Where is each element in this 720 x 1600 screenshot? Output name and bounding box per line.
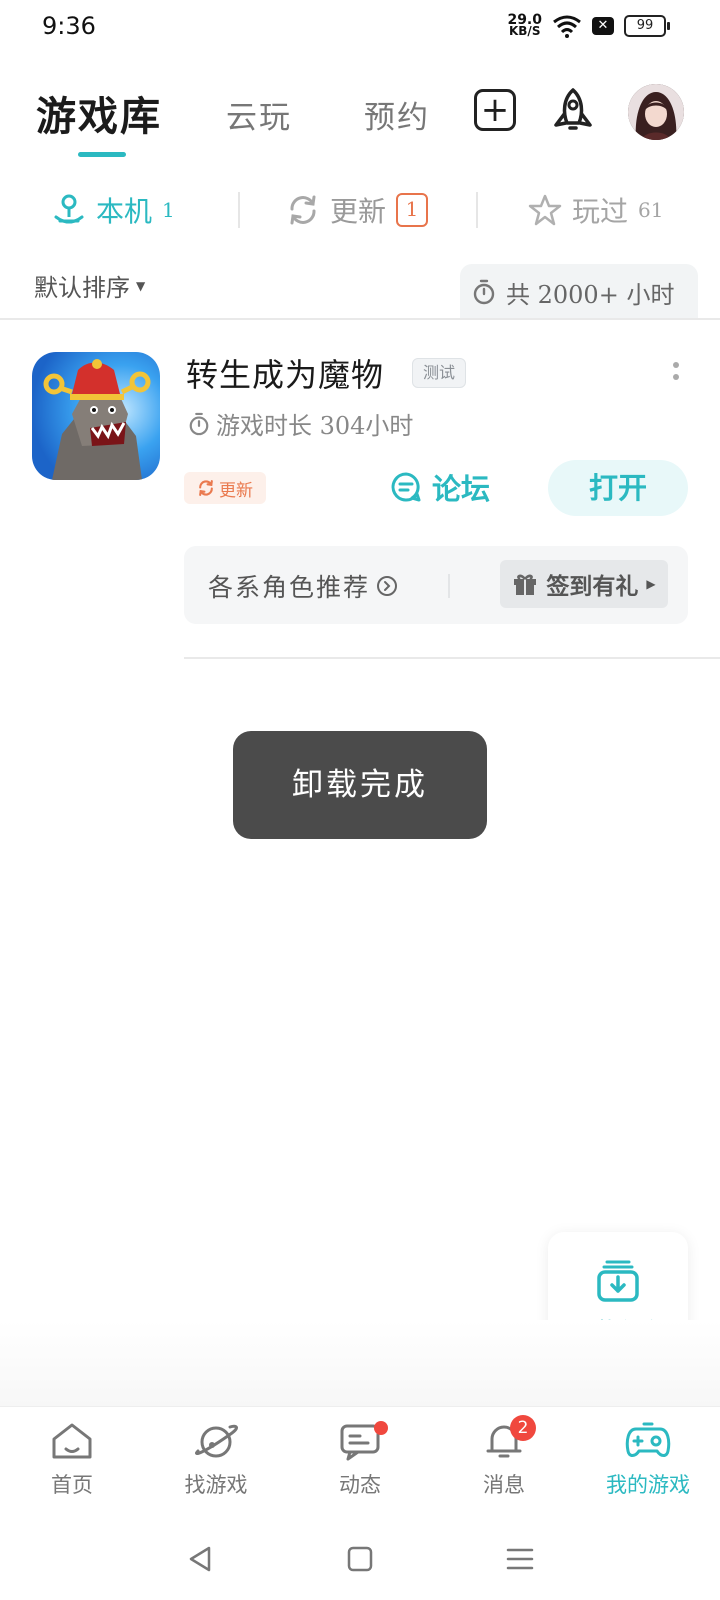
stopwatch-icon	[473, 279, 495, 305]
system-navigation-bar	[0, 1518, 720, 1600]
subtab-local[interactable]: 本机 1	[52, 190, 175, 230]
nav-my-games[interactable]: 我的游戏	[576, 1407, 720, 1519]
gamepad-icon	[625, 1422, 671, 1457]
update-tag-label: 更新	[219, 480, 253, 501]
net-speed: 29.0 KB/S	[507, 13, 542, 38]
game-icon-art	[32, 352, 160, 480]
total-hours: 共 2000+ 小时	[460, 264, 698, 320]
subtab-local-count: 1	[162, 198, 175, 222]
nav-find-games[interactable]: 找游戏	[144, 1407, 288, 1519]
game-title[interactable]: 转生成为魔物	[186, 350, 384, 396]
nav-find-games-label: 找游戏	[184, 1473, 248, 1497]
nav-my-games-label: 我的游戏	[606, 1473, 690, 1497]
tab-game-library[interactable]: 游戏库	[36, 84, 162, 142]
rocket-icon	[554, 88, 592, 130]
tab-reservation[interactable]: 预约	[364, 92, 430, 137]
test-badge: 测试	[412, 358, 466, 388]
plus-icon: +	[480, 90, 510, 130]
divider	[0, 318, 720, 320]
card-divider	[448, 574, 450, 598]
messages-badge: 2	[510, 1415, 536, 1441]
planet-icon	[195, 1424, 238, 1458]
subtab-update[interactable]: 更新 1	[286, 190, 429, 230]
subtab-divider	[238, 192, 240, 228]
nav-home-label: 首页	[51, 1473, 93, 1497]
bottom-fade	[0, 1320, 720, 1406]
nav-feed-label: 动态	[339, 1473, 381, 1497]
status-time: 9:36	[42, 12, 96, 40]
character-recommend-label: 各系角色推荐	[208, 573, 371, 602]
game-playtime: 游戏时长 304小时	[188, 406, 413, 441]
tab-cloud-play[interactable]: 云玩	[226, 92, 292, 137]
more-options-icon[interactable]	[670, 362, 682, 380]
signin-gift-label: 签到有礼	[546, 573, 639, 600]
stopwatch-icon	[189, 412, 209, 435]
home-icon	[52, 1423, 92, 1459]
nav-messages-label: 消息	[483, 1473, 525, 1497]
forum-label: 论坛	[432, 472, 491, 506]
game-playtime-text: 游戏时长 304小时	[216, 412, 414, 440]
subtab-update-count: 1	[396, 193, 429, 227]
bottom-navigation: 首页 找游戏 动态 2 消息 我的游戏	[0, 1406, 720, 1519]
subtab-local-label: 本机	[96, 195, 153, 228]
wifi-icon	[553, 15, 581, 38]
forum-button[interactable]: 论坛	[390, 466, 490, 508]
status-icons: 29.0 KB/S ✕ 99	[507, 13, 670, 38]
nav-home[interactable]: 首页	[0, 1407, 144, 1519]
chat-bubble-icon	[391, 472, 421, 502]
add-game-button[interactable]: +	[474, 89, 516, 131]
tab-active-indicator	[78, 152, 126, 157]
game-icon[interactable]	[32, 352, 160, 480]
nav-feed[interactable]: 动态	[288, 1407, 432, 1519]
update-tag[interactable]: 更新	[184, 472, 266, 504]
download-tray-icon	[597, 1260, 639, 1302]
chevron-right-circle-icon	[377, 576, 398, 596]
signin-gift-button[interactable]: 签到有礼 ▶	[500, 560, 668, 608]
character-recommend-link[interactable]: 各系角色推荐	[208, 568, 398, 604]
divider	[184, 657, 720, 659]
net-speed-unit: KB/S	[508, 24, 541, 38]
subtab-divider	[476, 192, 478, 228]
caret-right-icon: ▶	[646, 577, 656, 591]
subtab-played[interactable]: 玩过 61	[528, 190, 663, 230]
sort-label: 默认排序	[34, 274, 130, 302]
refresh-icon	[199, 480, 213, 496]
home-square-icon[interactable]	[345, 1544, 375, 1574]
open-game-button[interactable]: 打开	[548, 460, 688, 516]
gift-icon	[514, 574, 537, 595]
avatar-image	[628, 84, 684, 140]
subtab-played-label: 玩过	[572, 195, 629, 228]
accelerator-button[interactable]	[548, 86, 598, 136]
subtab-played-count: 61	[638, 198, 664, 222]
sort-dropdown[interactable]: 默认排序 ▼	[34, 268, 145, 303]
total-hours-text: 共 2000+ 小时	[506, 280, 675, 309]
menu-icon[interactable]	[505, 1544, 535, 1574]
subtab-update-label: 更新	[330, 195, 387, 228]
joystick-icon	[54, 194, 84, 224]
battery-icon: 99	[624, 15, 670, 37]
caret-down-icon: ▼	[136, 278, 146, 293]
star-icon	[528, 194, 562, 226]
refresh-icon	[290, 195, 316, 225]
nav-messages[interactable]: 2 消息	[432, 1407, 576, 1519]
user-avatar[interactable]	[628, 84, 684, 140]
toast-message: 卸载完成	[233, 731, 487, 839]
back-icon[interactable]	[185, 1544, 215, 1574]
notification-app-icon: ✕	[592, 17, 614, 35]
unread-dot	[374, 1421, 388, 1435]
